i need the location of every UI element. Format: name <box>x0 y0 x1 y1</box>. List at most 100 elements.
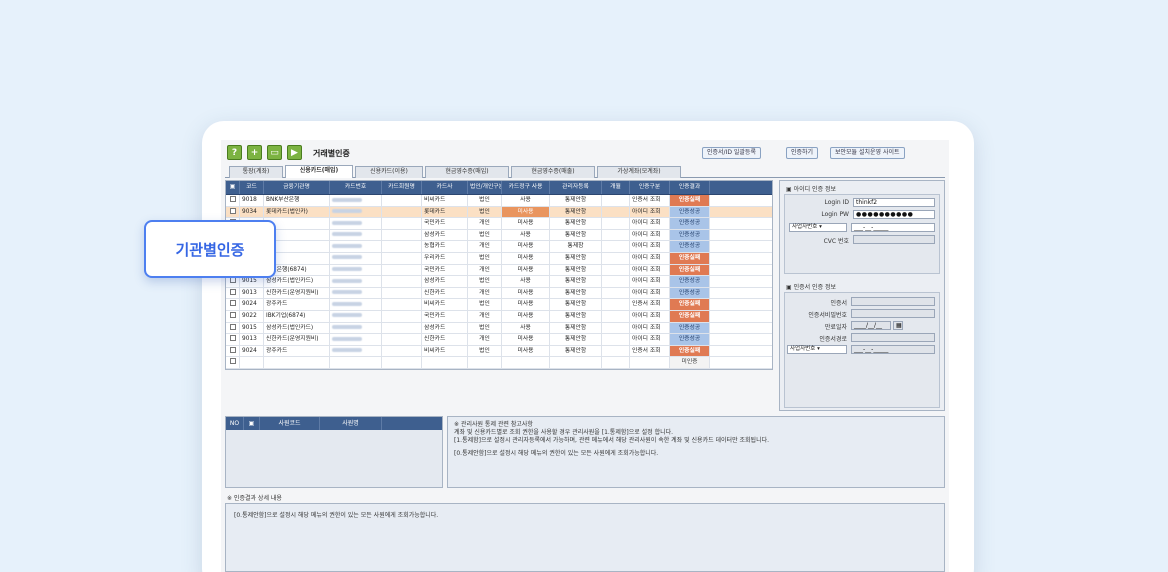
col-header[interactable]: 코드 <box>240 181 264 194</box>
cert-input[interactable] <box>851 297 935 306</box>
tab-cash-receipt-purchase[interactable]: 현금영수증(매입) <box>425 166 509 178</box>
detail-text: [0.통제안함]으로 설정시 해당 메뉴의 권한이 있는 모든 사원에게 조회가… <box>234 512 439 519</box>
cert-biz-number-input[interactable]: ___-__-_____ <box>851 345 935 354</box>
cell-auth-result: 인증성공 <box>670 322 710 334</box>
login-id-input[interactable]: thinkf2 <box>853 198 935 207</box>
table-row[interactable]: 9015 삼성카드(법인카드) 삼성카드 법인 사용 통제안함 아이디 조회 인증성공 <box>226 276 772 288</box>
row-checkbox[interactable] <box>226 206 240 218</box>
row-checkbox[interactable] <box>226 299 240 310</box>
col-header[interactable]: NO <box>226 417 244 430</box>
row-checkbox[interactable] <box>226 357 240 368</box>
table-row[interactable]: 9024 광주카드 비씨카드 법인 미사용 통제안함 인증서 조회 인증실패 <box>226 299 772 311</box>
checkbox-icon[interactable] <box>229 196 236 202</box>
cell-card-issuer: 국민카드 <box>422 310 468 322</box>
cell-use: 미사용 <box>502 252 550 264</box>
tab-credit-card-purchase[interactable]: 신용카드(매입) <box>285 165 353 178</box>
masked-card-number <box>332 232 362 237</box>
checkbox-icon[interactable] <box>229 335 236 342</box>
col-header[interactable]: 인증구분 <box>630 181 670 194</box>
checkbox-icon[interactable] <box>229 288 236 295</box>
col-header[interactable]: 카드사 <box>422 181 468 194</box>
row-checkbox[interactable] <box>226 345 240 357</box>
calendar-icon[interactable]: ▦ <box>893 321 903 330</box>
col-header[interactable]: 금융기관명 <box>264 181 330 194</box>
table-row[interactable]: 농협카드 개인 미사용 통제함 아이디 조회 인증성공 <box>226 241 772 253</box>
cell-card-member <box>382 334 422 345</box>
masked-card-number <box>332 243 362 248</box>
cell-auth-type: 아이디 조회 <box>630 206 670 218</box>
col-header[interactable]: 사원코드 <box>260 417 320 430</box>
id-auth-title-text: 아이디 인증 정보 <box>793 186 837 193</box>
table-row[interactable]: 우리카드 법인 미사용 통제안함 아이디 조회 인증실패 <box>226 252 772 265</box>
cvc-input[interactable] <box>853 235 935 244</box>
cell-card-member <box>382 345 422 357</box>
tab-cash-receipt-sales[interactable]: 현금영수증(매출) <box>511 166 595 178</box>
row-checkbox[interactable] <box>226 334 240 345</box>
biz-type-select[interactable]: 사업자번호 ▾ <box>789 223 847 232</box>
table-row[interactable]: 삼성카드 법인 사용 통제안함 아이디 조회 인증성공 <box>226 229 772 242</box>
col-header[interactable]: 인증결과 <box>670 181 710 194</box>
help-icon[interactable]: ? <box>227 145 242 160</box>
row-checkbox[interactable] <box>226 195 240 206</box>
checkbox-icon[interactable] <box>229 300 236 307</box>
table-row[interactable]: 9015 삼성카드(법인카드) 삼성카드 법인 사용 통제안함 아이디 조회 인증성공 <box>226 322 772 335</box>
window-icon[interactable]: ▭ <box>267 145 282 160</box>
tab-virtual-account[interactable]: 가상계좌(모계좌) <box>597 166 681 178</box>
cell-months <box>602 345 630 357</box>
col-header[interactable]: 개월 <box>602 181 630 194</box>
cell-card-issuer: 신한카드 <box>422 287 468 299</box>
security-module-site-button[interactable]: 보안모듈 설치운영 사이트 <box>830 147 905 159</box>
add-icon[interactable]: + <box>247 145 262 160</box>
col-header[interactable]: 카드정구 사용 <box>502 181 550 194</box>
table-row[interactable]: 9018 BNK부산은행 비씨카드 법인 사용 통제안함 인증서 조회 인증실패 <box>226 195 772 207</box>
authenticate-button[interactable]: 인증하기 <box>786 147 819 159</box>
cell-months <box>602 195 630 206</box>
checkbox-icon[interactable] <box>229 358 236 365</box>
bulk-register-button[interactable]: 인증서/ID 일괄등록 <box>702 147 761 159</box>
col-header[interactable]: 법인/개인구분 <box>468 181 502 194</box>
table-row[interactable]: 9022국민은행(6874)국민카드개인미사용통제안함아이디 조회인증실패 <box>226 264 772 277</box>
cert-pw-input[interactable] <box>851 309 935 318</box>
cell-institution: 신한카드(운영지원비) <box>264 334 330 345</box>
checkbox-icon[interactable] <box>229 311 236 318</box>
table-row[interactable]: 9024 광주카드 비씨카드 법인 미사용 통제안함 인증서 조회 인증실패 <box>226 345 772 358</box>
row-checkbox[interactable] <box>226 287 240 299</box>
table-row[interactable]: 9013 신한카드(운영지원비) 신한카드 개인 미사용 통제안함 아이디 조회 인증성공 <box>226 287 772 300</box>
biz-number-input[interactable]: ___-__-_____ <box>851 223 935 232</box>
cell-use: 미사용 <box>502 287 550 299</box>
table-row[interactable]: 미인증 <box>226 357 772 369</box>
play-icon[interactable]: ▶ <box>287 145 302 160</box>
col-header[interactable]: 관리자등록 <box>550 181 602 194</box>
grid-header-select-icon[interactable]: ▣ <box>226 181 240 194</box>
table-row[interactable]: 9034 롯데카드(법인카) 롯데카드 법인 미사용 통제안함 아이디 조회 인증성공 <box>226 206 772 219</box>
cell-use: 사용 <box>502 195 550 206</box>
col-header[interactable]: 사원명 <box>320 417 382 430</box>
cell-card-issuer: 삼성카드 <box>422 229 468 241</box>
checkbox-icon[interactable] <box>229 277 236 284</box>
cell-months <box>602 276 630 287</box>
row-checkbox[interactable] <box>226 322 240 334</box>
checkbox-icon[interactable] <box>229 323 236 330</box>
tab-bank-account[interactable]: 통장(계좌) <box>229 166 283 178</box>
chevron-down-icon: ▾ <box>819 224 822 230</box>
expiry-input[interactable]: ____/__/__ <box>851 321 891 330</box>
table-row[interactable]: 국민카드 개인 미사용 통제안함 아이디 조회 인증성공 <box>226 218 772 230</box>
table-row[interactable]: 9013 신한카드(운영지원비) 신한카드 개인 미사용 통제안함 아이디 조회 인증성공 <box>226 334 772 346</box>
tab-credit-card-usage[interactable]: 신용카드(이용) <box>355 166 423 178</box>
cell-auth-result: 인증성공 <box>670 334 710 345</box>
grid-header-select-icon[interactable]: ▣ <box>244 417 260 430</box>
cell-institution: 광주카드 <box>264 299 330 310</box>
login-pw-input[interactable]: ●●●●●●●●●● <box>853 210 935 219</box>
cert-path-input[interactable] <box>851 333 935 342</box>
cell-auth-result: 미인증 <box>670 357 710 368</box>
col-header[interactable]: 카드회원명 <box>382 181 422 194</box>
checkbox-icon[interactable] <box>229 346 236 353</box>
col-header[interactable]: 카드번호 <box>330 181 382 194</box>
cell-use: 미사용 <box>502 206 550 218</box>
notice-line: ※ 관리사원 통제 관련 참고사항 <box>454 421 533 428</box>
notice-line: [1.통제함]으로 설정시 관리자등록에서 가능하며, 관련 메뉴에서 해당 관… <box>454 437 770 444</box>
row-checkbox[interactable] <box>226 310 240 322</box>
cert-biz-type-select[interactable]: 사업자번호 ▾ <box>787 345 847 354</box>
checkbox-icon[interactable] <box>229 207 236 214</box>
table-row[interactable]: 9022 IBK기업(6874) 국민카드 개인 미사용 통제안함 아이디 조회 인증실패 <box>226 310 772 323</box>
